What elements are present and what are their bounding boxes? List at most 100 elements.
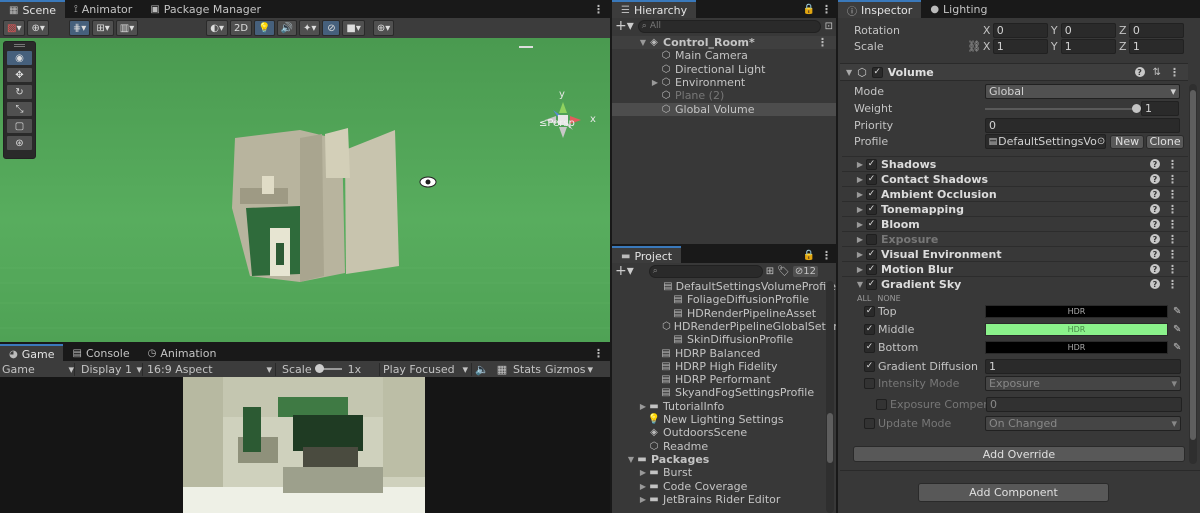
override-row[interactable]: ▶ ✓ Bloom? ⋮	[842, 216, 1188, 231]
tab-package-manager[interactable]: ▣ Package Manager	[141, 0, 270, 18]
play-mode-dropdown[interactable]: Play Focused ▾	[380, 362, 472, 376]
lighting-toggle[interactable]: 💡	[254, 20, 275, 36]
override-row[interactable]: ▶ ✓ Contact Shadows? ⋮	[842, 171, 1188, 186]
rotation-x-field[interactable]: 0	[992, 23, 1048, 38]
override-row[interactable]: ▶ ✓ Ambient Occlusion? ⋮	[842, 186, 1188, 201]
volume-component-header[interactable]: ▼ ⬡ ✓ Volume ? ⇅ ⋮	[840, 63, 1188, 81]
override-row[interactable]: ▶ ✓ Tonemapping? ⋮	[842, 201, 1188, 216]
mute-audio-toggle[interactable]: 🔈	[472, 363, 492, 376]
bottom-color-field[interactable]: HDR	[985, 341, 1168, 354]
hierarchy-item[interactable]: ⬡ Plane (2)	[612, 89, 836, 102]
project-folder[interactable]: ▶ ▬ JetBrains Rider Editor	[612, 493, 836, 506]
foldout-arrow-icon[interactable]: ▶	[854, 175, 866, 184]
scene-viewport[interactable]: y x ≤Persp ◉ ✥ ↻ ⤡ ▢ ⊛	[0, 38, 610, 342]
foldout-arrow-icon[interactable]: ▶	[854, 205, 866, 214]
scene-kebab-icon[interactable]: ⋮	[593, 3, 604, 16]
create-plus-icon[interactable]: +▾	[615, 263, 634, 279]
game-viewport[interactable]	[0, 377, 610, 513]
hierarchy-item[interactable]: ⬡ Global Volume	[612, 102, 836, 116]
exposure-comp-override-checkbox[interactable]	[876, 399, 887, 410]
override-row[interactable]: ▶ ✓ Motion Blur? ⋮	[842, 261, 1188, 276]
project-search-input[interactable]: ⌕	[648, 264, 763, 278]
exposure-compensation-field[interactable]: 0	[986, 397, 1182, 412]
hierarchy-kebab-icon[interactable]: ⋮	[821, 3, 832, 16]
tab-console[interactable]: ▤ Console	[63, 344, 138, 362]
update-mode-override-checkbox[interactable]	[864, 418, 875, 429]
tab-animator[interactable]: ⟟ Animator	[65, 0, 141, 18]
camera-settings-dropdown[interactable]: ■ ▾	[342, 20, 365, 36]
scene-menu-icon[interactable]: ⋮	[817, 36, 828, 49]
grid-snap-toggle[interactable]: ⋕ ▾	[68, 20, 91, 36]
preset-icon[interactable]: ⇅	[1153, 67, 1161, 78]
project-asset[interactable]: ⬡ HDRenderPipelineGlobalSetting	[612, 320, 836, 333]
help-icon[interactable]: ?	[1150, 204, 1160, 214]
foldout-open-icon[interactable]: ▼	[846, 68, 852, 77]
override-menu-icon[interactable]: ⋮	[1167, 158, 1178, 171]
weight-slider[interactable]	[985, 103, 1141, 113]
override-menu-icon[interactable]: ⋮	[1167, 233, 1178, 246]
override-menu-icon[interactable]: ⋮	[1167, 203, 1178, 216]
project-asset[interactable]: 💡 New Lighting Settings	[612, 413, 836, 426]
help-icon[interactable]: ?	[1150, 174, 1160, 184]
rect-tool-button[interactable]: ▢	[6, 118, 33, 134]
scale-x-field[interactable]: 1	[992, 39, 1048, 54]
override-menu-icon[interactable]: ⋮	[1167, 248, 1178, 261]
eyedropper-icon[interactable]: ✎	[1173, 342, 1181, 353]
clone-profile-button[interactable]: Clone	[1146, 134, 1184, 149]
middle-override-checkbox[interactable]: ✓	[864, 324, 875, 335]
display-dropdown[interactable]: Display 1 ▾	[75, 362, 143, 376]
gizmos-dropdown-game[interactable]: Gizmos ▾	[542, 363, 593, 376]
tab-hierarchy[interactable]: ☰ Hierarchy	[612, 0, 697, 18]
project-folder[interactable]: ▶ ▬ Burst	[612, 466, 836, 479]
foldout-arrow-icon[interactable]: ▶	[854, 235, 866, 244]
foldout-arrow-icon[interactable]: ▼	[854, 280, 866, 289]
add-component-button[interactable]: Add Component	[918, 483, 1109, 502]
project-asset[interactable]: ◈ OutdoorsScene	[612, 426, 836, 439]
volume-enabled-checkbox[interactable]: ✓	[871, 66, 883, 78]
rotation-z-field[interactable]: 0	[1128, 23, 1185, 38]
search-by-label-icon[interactable]: 🏷	[777, 266, 790, 277]
foldout-arrow-icon[interactable]: ▶	[638, 468, 648, 477]
hierarchy-item[interactable]: ⬡ Directional Light	[612, 63, 836, 76]
transform-tool-button[interactable]: ⊛	[6, 135, 33, 151]
hierarchy-item[interactable]: ▼ ◈ Control_Room* ⋮	[612, 36, 836, 49]
override-menu-icon[interactable]: ⋮	[1167, 173, 1178, 186]
gizmos-dropdown[interactable]: ⊕ ▾	[372, 20, 395, 36]
scale-slider-track[interactable]	[314, 364, 342, 373]
toggle-2d-button[interactable]: 2D	[230, 20, 253, 36]
search-by-type-icon[interactable]: ⊞	[766, 266, 774, 277]
project-scrollbar[interactable]	[826, 281, 834, 513]
project-folder[interactable]: ▼ ▬ Packages	[612, 453, 836, 466]
intensity-override-checkbox[interactable]	[864, 378, 875, 389]
view-tool-button[interactable]: ◉	[6, 50, 33, 66]
override-enabled-checkbox[interactable]: ✓	[866, 158, 877, 170]
foldout-arrow-icon[interactable]: ▶	[638, 495, 648, 504]
project-asset[interactable]: ▤ SkinDiffusionProfile	[612, 333, 836, 346]
bottom-override-checkbox[interactable]: ✓	[864, 342, 875, 353]
help-icon[interactable]: ?	[1150, 234, 1160, 244]
hidden-packages-icon[interactable]: ⊘12	[792, 265, 818, 277]
profile-object-field[interactable]: ▤DefaultSettingsVolui⊙	[984, 134, 1107, 149]
tab-inspector[interactable]: ⓘ Inspector	[838, 0, 922, 18]
foldout-arrow-icon[interactable]: ▼	[626, 455, 636, 464]
help-icon[interactable]: ?	[1150, 159, 1160, 169]
persp-label[interactable]: ≤Persp	[539, 118, 575, 129]
override-enabled-checkbox[interactable]: ✓	[866, 278, 877, 290]
foldout-arrow-icon[interactable]: ▼	[638, 38, 648, 47]
help-icon[interactable]: ?	[1150, 189, 1160, 199]
tab-project[interactable]: ▬ Project	[612, 246, 682, 264]
scale-tool-button[interactable]: ⤡	[6, 101, 33, 117]
project-asset[interactable]: ▤ HDRenderPipelineAsset	[612, 307, 836, 320]
project-asset[interactable]: ▤ DefaultSettingsVolumeProfile	[612, 280, 836, 293]
audio-toggle[interactable]: 🔊	[276, 20, 297, 36]
update-mode-dropdown[interactable]: On Changed ▾	[985, 416, 1181, 431]
foldout-arrow-icon[interactable]: ▶	[854, 250, 866, 259]
new-profile-button[interactable]: New	[1110, 134, 1145, 149]
project-asset[interactable]: ▤ HDRP Balanced	[612, 347, 836, 360]
rotate-tool-button[interactable]: ↻	[6, 84, 33, 100]
override-menu-icon[interactable]: ⋮	[1167, 188, 1178, 201]
eyedropper-icon[interactable]: ✎	[1173, 324, 1181, 335]
override-row[interactable]: ▼ ✓ Gradient Sky? ⋮	[842, 276, 1188, 291]
component-menu-icon[interactable]: ⋮	[1169, 66, 1180, 79]
rotation-y-field[interactable]: 0	[1060, 23, 1116, 38]
